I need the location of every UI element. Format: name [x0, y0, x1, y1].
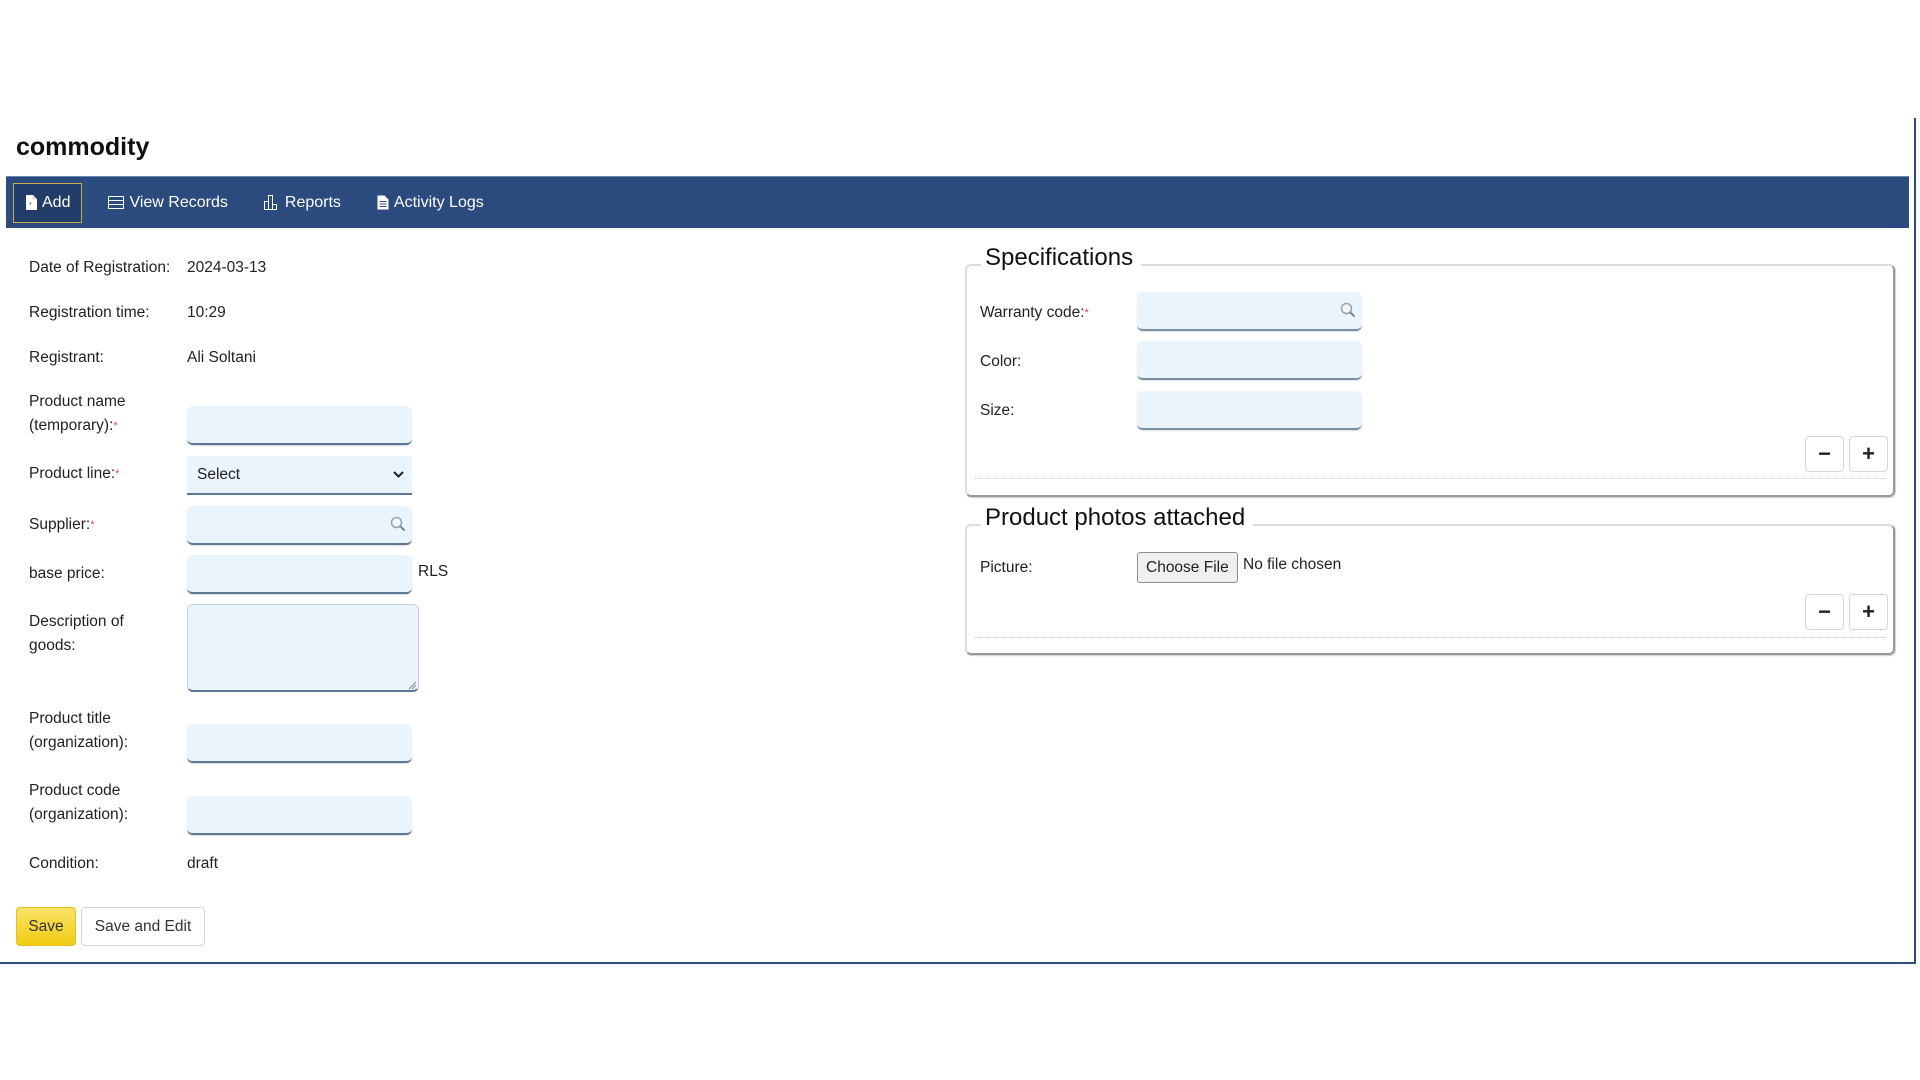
- date-value: 2024-03-13: [187, 259, 267, 276]
- product-code-label: Product code (organization):: [29, 779, 128, 827]
- time-value: 10:29: [187, 304, 226, 321]
- product-name-label-line1: Product name: [29, 393, 126, 410]
- product-photos-legend: Product photos attached: [981, 504, 1254, 532]
- currency-suffix: RLS: [418, 563, 449, 580]
- product-name-input[interactable]: [187, 406, 412, 445]
- file-status: No file chosen: [1243, 556, 1342, 573]
- tab-activity-logs-label: Activity Logs: [393, 193, 484, 211]
- add-photo-button[interactable]: +: [1849, 594, 1888, 630]
- product-line-selected: Select: [197, 465, 241, 483]
- product-name-label: Product name (temporary):*: [29, 390, 126, 438]
- color-label: Color:: [980, 353, 1022, 370]
- svg-text:*: *: [29, 202, 32, 209]
- toolbar: * Add View Records Reports Activity Logs: [6, 176, 1909, 228]
- product-code-input[interactable]: [187, 796, 412, 835]
- save-and-edit-button[interactable]: Save and Edit: [81, 907, 205, 946]
- description-textarea[interactable]: [187, 604, 419, 692]
- condition-label: Condition:: [29, 855, 99, 872]
- color-input[interactable]: [1137, 341, 1362, 380]
- product-line-select[interactable]: Select: [187, 456, 412, 495]
- product-code-label-line1: Product code: [29, 782, 121, 799]
- required-marker: *: [115, 468, 120, 480]
- choose-file-button[interactable]: Choose File: [1137, 552, 1238, 583]
- search-icon[interactable]: [390, 516, 406, 532]
- product-title-label-line1: Product title: [29, 710, 111, 727]
- specifications-legend: Specifications: [981, 244, 1142, 272]
- product-line-label: Product line:*: [29, 462, 119, 486]
- specifications-fieldset: Specifications Warranty code:* Color: Si…: [965, 244, 1895, 497]
- tab-add-label: Add: [42, 193, 71, 211]
- remove-photo-button[interactable]: −: [1805, 594, 1844, 630]
- table-icon: [108, 196, 125, 209]
- supplier-input[interactable]: [187, 506, 412, 545]
- size-label: Size:: [980, 402, 1015, 419]
- base-price-label: base price:: [29, 565, 105, 582]
- product-title-input[interactable]: [187, 724, 412, 763]
- divider: [975, 637, 1885, 638]
- size-input[interactable]: [1137, 391, 1362, 430]
- resize-grip-icon[interactable]: [408, 681, 416, 689]
- registrant-label: Registrant:: [29, 349, 104, 366]
- required-marker: *: [90, 519, 95, 531]
- tab-activity-logs[interactable]: Activity Logs: [367, 183, 494, 223]
- supplier-label-text: Supplier:: [29, 516, 91, 533]
- search-icon[interactable]: [1340, 302, 1356, 318]
- file-add-icon: *: [26, 195, 37, 210]
- base-price-input[interactable]: [187, 555, 412, 594]
- condition-value: draft: [187, 855, 219, 872]
- date-label: Date of Registration:: [29, 259, 171, 276]
- registrant-value: Ali Soltani: [187, 349, 256, 366]
- product-photos-fieldset: Product photos attached Picture: Choose …: [965, 504, 1895, 655]
- description-label-line2: goods:: [29, 637, 76, 654]
- page-title: commodity: [16, 133, 150, 161]
- tab-view-records[interactable]: View Records: [98, 183, 237, 223]
- divider: [975, 478, 1885, 479]
- save-button[interactable]: Save: [16, 907, 76, 946]
- supplier-label: Supplier:*: [29, 513, 94, 537]
- warranty-code-label-text: Warranty code:: [980, 304, 1085, 321]
- tab-view-records-label: View Records: [129, 193, 228, 211]
- time-label: Registration time:: [29, 304, 150, 321]
- bar-chart-icon: [263, 195, 277, 210]
- container-border-bottom: [0, 962, 1916, 964]
- add-specification-button[interactable]: +: [1849, 436, 1888, 472]
- description-label: Description of goods:: [29, 610, 124, 658]
- remove-specification-button[interactable]: −: [1805, 436, 1844, 472]
- product-title-label: Product title (organization):: [29, 707, 128, 755]
- warranty-code-label: Warranty code:*: [980, 301, 1089, 325]
- tab-reports[interactable]: Reports: [254, 183, 351, 223]
- tab-reports-label: Reports: [284, 193, 341, 211]
- container-border-right: [1914, 118, 1916, 964]
- description-label-line1: Description of: [29, 613, 124, 630]
- product-name-label-line2: (temporary):: [29, 417, 114, 434]
- tab-add[interactable]: * Add: [13, 182, 83, 223]
- chevron-down-icon: [393, 471, 404, 478]
- warranty-code-input[interactable]: [1137, 292, 1362, 331]
- product-title-label-line2: (organization):: [29, 734, 129, 751]
- product-line-label-text: Product line:: [29, 465, 116, 482]
- required-marker: *: [113, 420, 118, 432]
- picture-label: Picture:: [980, 559, 1033, 576]
- document-icon: [377, 195, 389, 210]
- required-marker: *: [1084, 307, 1089, 319]
- product-code-label-line2: (organization):: [29, 806, 129, 823]
